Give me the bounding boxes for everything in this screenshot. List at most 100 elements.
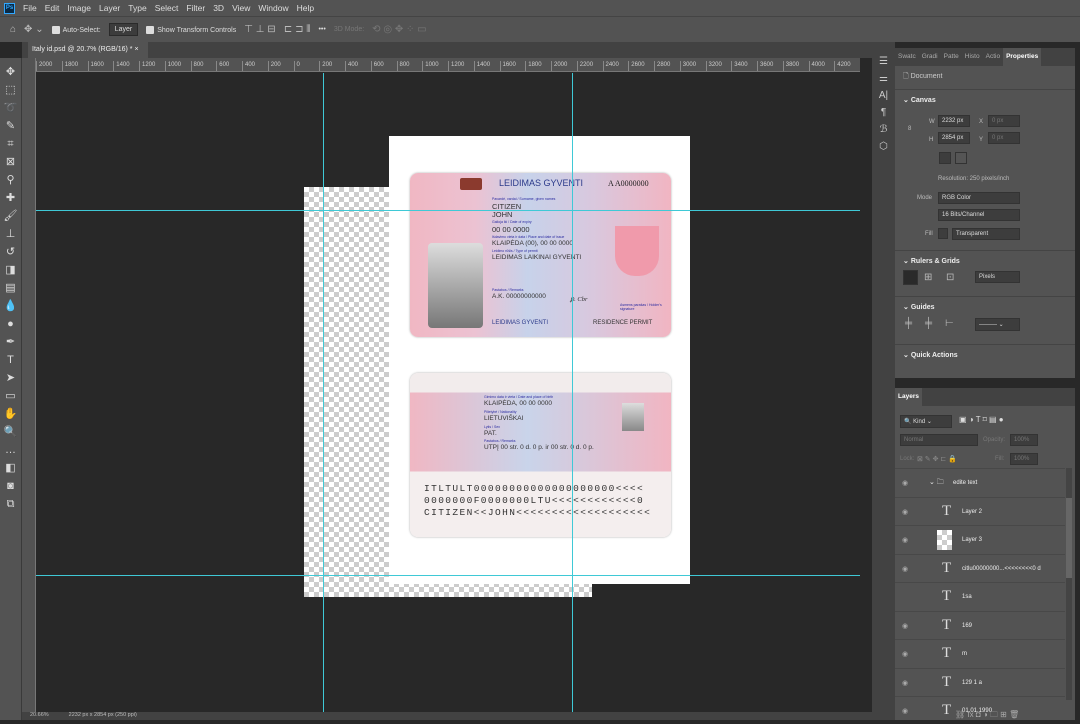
bit-depth-dropdown[interactable]: 16 Bits/Channel: [938, 209, 1020, 221]
menu-select[interactable]: Select: [155, 3, 179, 13]
guides-toggle-icon[interactable]: ╪: [905, 318, 912, 329]
visibility-eye-icon[interactable]: ◉: [902, 479, 908, 487]
3d-icon[interactable]: ⬡: [879, 141, 888, 152]
menu-filter[interactable]: Filter: [186, 3, 205, 13]
units-dropdown[interactable]: Pixels: [975, 271, 1020, 283]
layer-row[interactable]: T 1sa: [895, 582, 1065, 610]
more-tools-icon[interactable]: …: [3, 442, 19, 458]
layer-row[interactable]: ◉ ⌄ 🗀 edite text: [895, 468, 1065, 496]
dodge-tool-icon[interactable]: ●: [3, 316, 19, 332]
menu-file[interactable]: File: [23, 3, 37, 13]
more-options-button[interactable]: •••: [318, 26, 325, 33]
portrait-orientation-icon[interactable]: [939, 152, 951, 164]
pen-tool-icon[interactable]: ✒: [3, 334, 19, 350]
type-tool-icon[interactable]: T: [3, 352, 19, 368]
3d-tools-icons[interactable]: ⟲ ◎ ✥ ⁘ ▭: [372, 24, 426, 35]
move-tool-icon[interactable]: ✥ ⌄: [24, 24, 44, 35]
adjustments-icon[interactable]: ☰: [879, 56, 888, 67]
character-icon[interactable]: A|: [879, 90, 888, 101]
hand-tool-icon[interactable]: ✋: [3, 406, 19, 422]
align-icons[interactable]: ⊤ ⊥ ⊟ ⊏ ⊐ ⫴: [244, 24, 310, 35]
layer-footer-icons[interactable]: ⛓ fx ◘ ◑ 🗀 ⊞ 🗑: [955, 709, 1019, 723]
blur-tool-icon[interactable]: 💧: [3, 298, 19, 314]
rulers-grids-section[interactable]: ⌄ Rulers & Grids: [895, 250, 1075, 271]
mode-dropdown[interactable]: RGB Color: [938, 192, 1020, 204]
stamp-tool-icon[interactable]: ⊥: [3, 226, 19, 242]
properties-icon[interactable]: ⚌: [879, 73, 888, 84]
width-field[interactable]: 2232 px: [938, 115, 970, 127]
menu-view[interactable]: View: [232, 3, 250, 13]
layer-row[interactable]: ◉ T Layer 2: [895, 496, 1065, 525]
guide-vertical[interactable]: [323, 73, 324, 712]
menu-edit[interactable]: Edit: [45, 3, 60, 13]
tab-history[interactable]: Histo: [962, 48, 983, 66]
link-icon[interactable]: 8: [908, 126, 911, 132]
landscape-orientation-icon[interactable]: [955, 152, 967, 164]
layer-row[interactable]: ◉ Layer 3: [895, 525, 1065, 553]
rectangle-tool-icon[interactable]: ▭: [3, 388, 19, 404]
quick-mask-icon[interactable]: ◙: [3, 478, 19, 494]
layer-fill-field[interactable]: 100%: [1010, 453, 1038, 465]
fill-dropdown[interactable]: Transparent: [952, 228, 1020, 240]
lasso-tool-icon[interactable]: ➰: [3, 100, 19, 116]
menu-image[interactable]: Image: [67, 3, 91, 13]
menu-help[interactable]: Help: [297, 3, 314, 13]
guide-horizontal[interactable]: [36, 575, 860, 576]
document-tab[interactable]: Italy id.psd @ 20.7% (RGB/16) * ×: [28, 42, 148, 58]
tab-layers[interactable]: Layers: [895, 388, 922, 406]
visibility-eye-icon[interactable]: ◉: [902, 565, 908, 573]
guides-section[interactable]: ⌄ Guides: [895, 296, 1075, 317]
auto-select-target-dropdown[interactable]: Layer: [108, 23, 139, 36]
visibility-eye-icon[interactable]: ◉: [902, 650, 908, 658]
quick-actions-section[interactable]: ⌄ Quick Actions: [895, 344, 1075, 365]
fill-swatch[interactable]: [938, 228, 948, 239]
opacity-field[interactable]: 100%: [1010, 434, 1038, 446]
auto-select-checkbox[interactable]: Auto-Select:: [51, 25, 101, 34]
layer-row[interactable]: ◉ Tcitlu00000000...<<<<<<<<0 d: [895, 553, 1065, 582]
guide-vertical[interactable]: [572, 73, 573, 712]
menu-3d[interactable]: 3D: [213, 3, 224, 13]
tab-actions[interactable]: Actio: [983, 48, 1003, 66]
quick-select-tool-icon[interactable]: ✎: [3, 118, 19, 134]
smart-guides-icon[interactable]: ⊢: [945, 318, 954, 329]
menu-layer[interactable]: Layer: [99, 3, 120, 13]
visibility-eye-icon[interactable]: ◉: [902, 622, 908, 630]
blend-mode-dropdown[interactable]: Normal: [900, 434, 978, 446]
zoom-level[interactable]: 20.66%: [30, 712, 49, 720]
menu-type[interactable]: Type: [128, 3, 146, 13]
menu-window[interactable]: Window: [258, 3, 288, 13]
healing-tool-icon[interactable]: ✚: [3, 190, 19, 206]
canvas-section[interactable]: ⌄ Canvas: [895, 89, 1075, 110]
grid-toggle-icon[interactable]: ⊞: [924, 272, 932, 283]
visibility-eye-icon[interactable]: [902, 593, 904, 600]
paragraph-icon[interactable]: ¶: [881, 107, 886, 118]
guide-style-dropdown[interactable]: ——— ⌄: [975, 318, 1020, 331]
lock-guides-icon[interactable]: ╪: [925, 318, 932, 329]
eyedropper-tool-icon[interactable]: ⚲: [3, 172, 19, 188]
layers-scrollbar[interactable]: [1066, 468, 1072, 700]
brush-tool-icon[interactable]: 🖌: [3, 208, 19, 224]
tab-patterns[interactable]: Patte: [941, 48, 962, 66]
visibility-eye-icon[interactable]: ◉: [902, 536, 908, 544]
layer-filter-icons[interactable]: ▣ ◑ T ⌑ ▤ ●: [959, 415, 1004, 424]
visibility-eye-icon[interactable]: ◉: [902, 679, 908, 687]
layer-row[interactable]: ◉ T 169: [895, 610, 1065, 639]
close-tab-icon[interactable]: ×: [134, 46, 138, 53]
layer-row[interactable]: ◉ Tm: [895, 639, 1065, 667]
visibility-eye-icon[interactable]: ◉: [902, 707, 908, 715]
lock-icons[interactable]: ⊠ ✎ ✥ ⊏ 🔒: [917, 455, 957, 463]
kind-filter-dropdown[interactable]: 🔍 Kind ⌄: [900, 415, 952, 428]
eraser-tool-icon[interactable]: ◨: [3, 262, 19, 278]
height-field[interactable]: 2854 px: [938, 132, 970, 144]
rulers-toggle-icon[interactable]: [903, 270, 918, 285]
x-field[interactable]: 0 px: [988, 115, 1020, 127]
y-field[interactable]: 0 px: [988, 132, 1020, 144]
show-transform-checkbox[interactable]: Show Transform Controls: [146, 25, 236, 34]
tab-gradients[interactable]: Gradi: [919, 48, 941, 66]
pixel-grid-icon[interactable]: ⊡: [946, 272, 954, 283]
guide-horizontal[interactable]: [36, 210, 860, 211]
screen-mode-icon[interactable]: ⧉: [3, 496, 19, 512]
gradient-tool-icon[interactable]: ▤: [3, 280, 19, 296]
visibility-eye-icon[interactable]: ◉: [902, 508, 908, 516]
path-select-icon[interactable]: ➤: [3, 370, 19, 386]
